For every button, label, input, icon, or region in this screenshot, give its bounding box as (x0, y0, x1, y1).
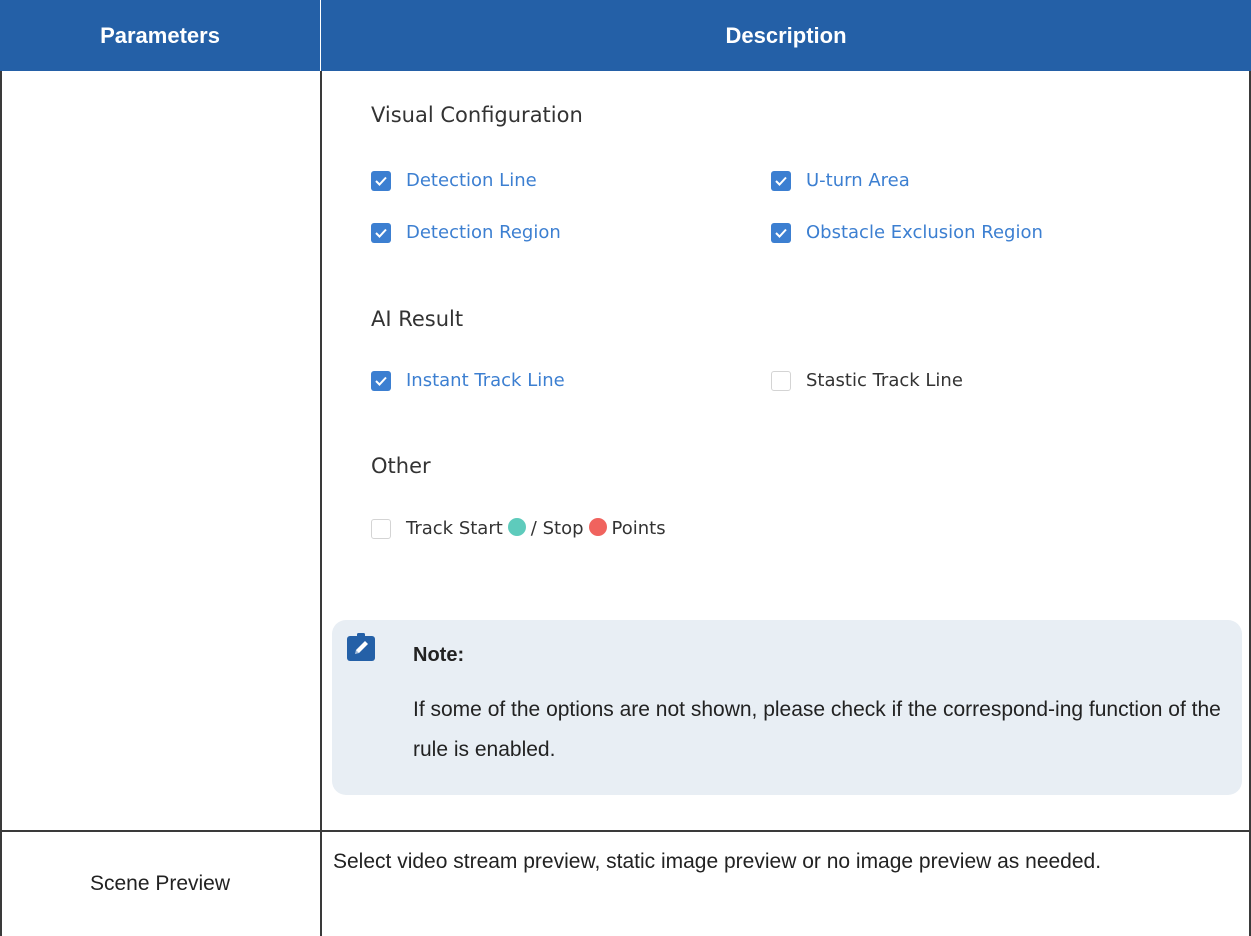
option-label: Track Start / Stop Points (406, 518, 666, 539)
checkbox-checked-icon[interactable] (771, 222, 791, 243)
option-label: Detection Region (406, 222, 561, 243)
checkbox-checked-icon[interactable] (371, 222, 391, 243)
visual-configuration-title: Visual Configuration (371, 103, 583, 127)
checkbox-checked-icon[interactable] (771, 170, 791, 191)
option-stastic-track-line[interactable]: Stastic Track Line (771, 370, 963, 391)
table-border-left (0, 71, 2, 936)
description-scene-preview: Select video stream preview, static imag… (333, 850, 1102, 873)
note-body: If some of the options are not shown, pl… (413, 698, 1221, 761)
option-label: U-turn Area (806, 170, 910, 191)
option-obstacle-exclusion-region[interactable]: Obstacle Exclusion Region (771, 222, 1043, 243)
option-label: Stastic Track Line (806, 370, 963, 391)
option-track-start-stop-points[interactable]: Track Start / Stop Points (371, 518, 666, 539)
checkbox-checked-icon[interactable] (371, 170, 391, 191)
header-description: Description (321, 0, 1251, 71)
pencil-icon (346, 632, 376, 662)
checkbox-checked-icon[interactable] (371, 370, 391, 391)
track-start-label: Track Start (406, 518, 503, 539)
points-label: Points (611, 518, 666, 539)
option-label: Detection Line (406, 170, 537, 191)
header-parameters: Parameters (0, 0, 321, 71)
start-point-dot-icon (507, 518, 526, 536)
other-title: Other (371, 454, 431, 478)
option-label: Obstacle Exclusion Region (806, 222, 1043, 243)
option-instant-track-line[interactable]: Instant Track Line (371, 370, 565, 391)
option-detection-region[interactable]: Detection Region (371, 222, 561, 243)
parameter-scene-preview: Scene Preview (89, 871, 231, 895)
table-column-divider (320, 71, 322, 936)
checkbox-unchecked-icon[interactable] (771, 370, 791, 391)
stop-point-dot-icon (588, 518, 607, 536)
option-u-turn-area[interactable]: U-turn Area (771, 170, 910, 191)
checkbox-unchecked-icon[interactable] (371, 518, 391, 539)
stop-label: / Stop (530, 518, 584, 539)
option-detection-line[interactable]: Detection Line (371, 170, 537, 191)
note-title: Note: (413, 644, 465, 666)
note-box: Note: If some of the options are not sho… (332, 620, 1242, 795)
ai-result-title: AI Result (371, 307, 464, 331)
parameters-table: Parameters Description Visual Configurat… (0, 0, 1251, 936)
option-label: Instant Track Line (406, 370, 565, 391)
